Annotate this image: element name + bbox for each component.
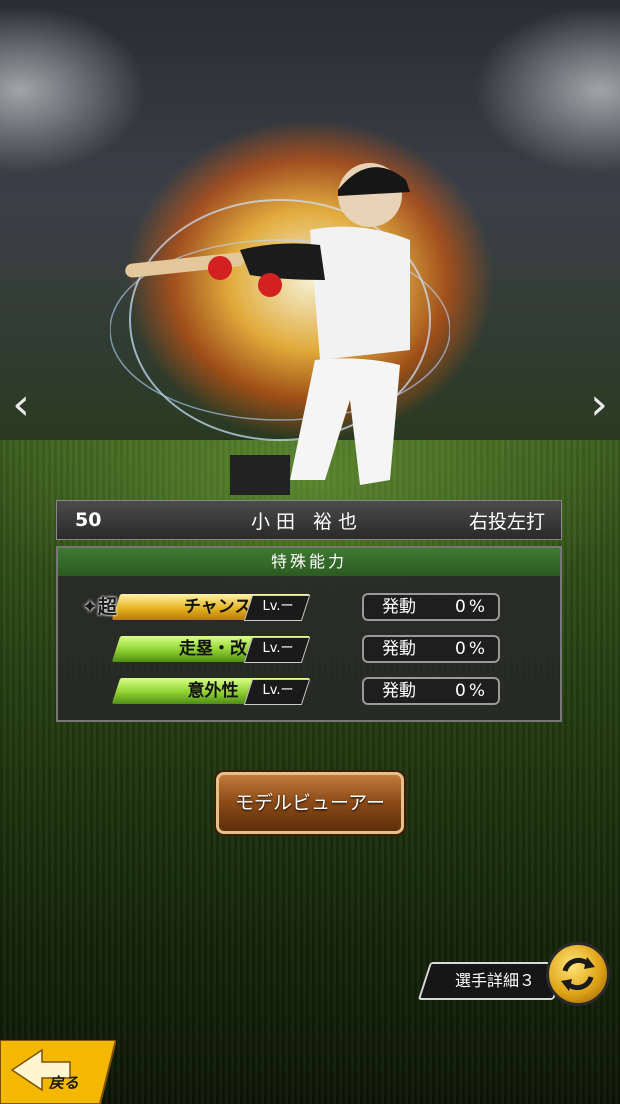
special-abilities-panel: 特殊能力 ✦超 チャンス◎ Lv.ー 発動 0% 走塁・改 Lv.ー 発動 0%… [56,546,562,722]
ability-row: 意外性 Lv.ー 発動 0% [58,677,560,708]
activation-label: 発動 [382,681,416,701]
ability-row: ✦超 チャンス◎ Lv.ー 発動 0% [58,593,560,624]
player-info-bar: 50 小田 裕也 右投左打 [56,500,562,540]
activation-percent: 0% [455,597,488,617]
player-illustration [110,163,450,495]
model-viewer-button[interactable]: モデルビューアー [216,772,404,834]
player-handedness: 右投左打 [468,510,545,533]
player-detail-label[interactable]: 選手詳細３ [430,962,560,1000]
chevron-right-icon[interactable]: › [584,380,614,430]
activation-label: 発動 [382,597,416,617]
activation-rate: 発動 0% [362,593,500,621]
activation-label: 発動 [382,639,416,659]
activation-rate: 発動 0% [362,635,500,663]
ability-level: Lv.ー [262,641,294,656]
ability-level: Lv.ー [262,683,294,698]
cycle-icon[interactable] [546,942,610,1006]
back-label[interactable]: 戻る [48,1072,82,1093]
activation-rate: 発動 0% [362,677,500,705]
activation-percent: 0% [455,681,488,701]
panel-header: 特殊能力 [58,548,560,576]
chevron-left-icon[interactable]: ‹ [6,380,36,430]
ability-row: 走塁・改 Lv.ー 発動 0% [58,635,560,666]
player-name: 小田 裕也 [250,510,364,533]
player-number: 50 [75,509,102,531]
ability-level: Lv.ー [262,599,294,614]
activation-percent: 0% [455,639,488,659]
super-badge: ✦超 [82,596,117,618]
